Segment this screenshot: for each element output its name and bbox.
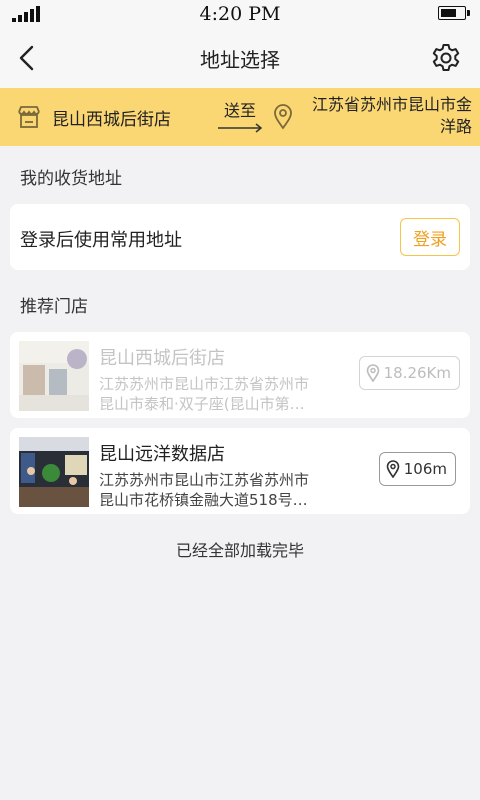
store-distance: 106m [403,460,447,478]
login-button[interactable]: 登录 [400,218,460,256]
store-icon [18,106,40,128]
delivery-address-line2: 洋路 [439,117,472,136]
send-to: 送至 [216,101,264,133]
store-card[interactable]: 昆山远洋数据店 江苏苏州市昆山市江苏省苏州市 昆山市花桥镇金融大道518号… 1… [10,428,470,514]
current-store-name: 昆山西城后街店 [52,110,171,130]
store-name: 昆山西城后街店 [99,348,225,369]
load-complete-text: 已经全部加载完毕 [175,541,304,560]
delivery-bar[interactable]: 昆山西城后街店 送至 江苏省苏州市昆山市金 洋路 [0,88,480,146]
arrow-right-icon [218,123,263,133]
send-to-label: 送至 [223,101,256,120]
store-address-line1: 江苏苏州市昆山市江苏省苏州市 [99,471,310,489]
delivery-address: 江苏省苏州市昆山市金 洋路 [300,94,472,138]
nav-bar: 地址选择 [0,28,480,88]
store-address: 江苏苏州市昆山市江苏省苏州市 昆山市泰和·双子座(昆山市第… [99,374,349,414]
store-address-line2: 昆山市泰和·双子座(昆山市第… [99,395,305,413]
location-pin-icon [274,104,292,130]
store-distance: 18.26Km [383,364,451,382]
store-photo [19,341,89,411]
store-address-line2: 昆山市花桥镇金融大道518号… [99,491,308,509]
store-address-line1: 江苏苏州市昆山市江苏省苏州市 [99,375,310,393]
login-prompt: 登录后使用常用地址 [20,230,182,251]
store-card[interactable]: 昆山西城后街店 江苏苏州市昆山市江苏省苏州市 昆山市泰和·双子座(昆山市第… 1… [10,332,470,418]
login-card: 登录后使用常用地址 登录 [10,204,470,270]
delivery-address-line1: 江苏省苏州市昆山市金 [311,95,472,114]
battery-icon [438,6,470,20]
store-distance-badge: 106m [378,452,456,486]
store-distance-badge: 18.26Km [358,356,460,390]
page-title: 地址选择 [200,48,280,72]
recommend-section-title: 推荐门店 [20,297,88,317]
location-pin-icon [386,460,400,478]
store-address: 江苏苏州市昆山市江苏省苏州市 昆山市花桥镇金融大道518号… [99,470,349,510]
status-bar: 4:20 PM [0,0,480,28]
store-name: 昆山远洋数据店 [99,444,225,465]
location-pin-icon [366,364,379,382]
status-time: 4:20 PM [199,3,281,25]
store-photo [19,437,89,507]
my-address-section-title: 我的收货地址 [20,169,122,189]
gear-icon[interactable] [430,42,462,74]
